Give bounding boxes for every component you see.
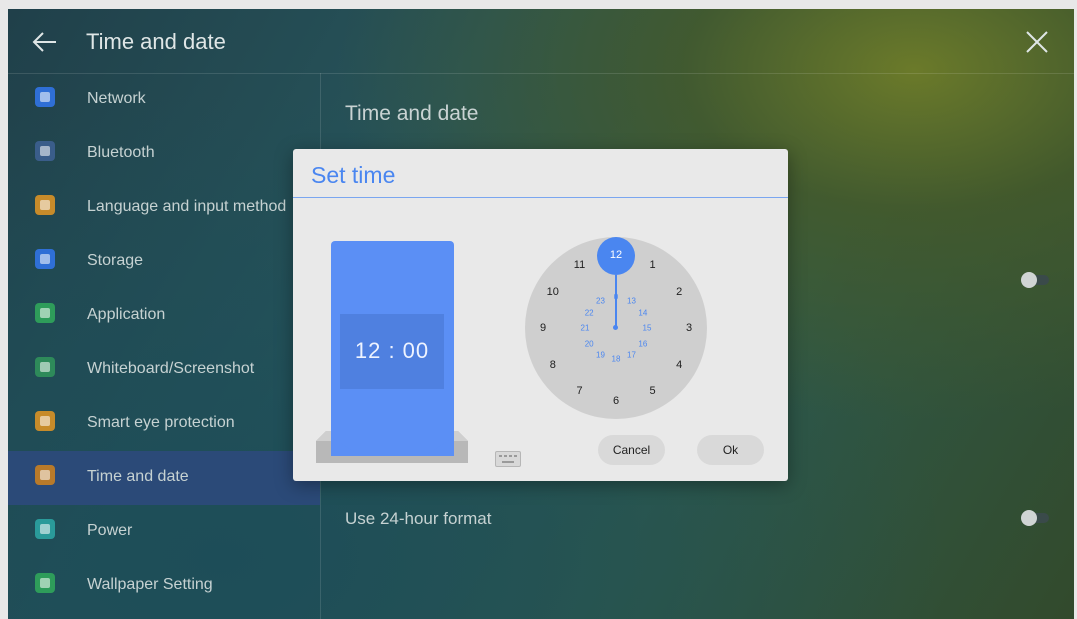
cancel-button[interactable]: Cancel xyxy=(598,435,665,465)
clock-hour-11[interactable]: 11 xyxy=(574,259,585,271)
sidebar-item-label: Language and input method xyxy=(87,198,287,215)
clock-hour-3[interactable]: 3 xyxy=(686,322,692,334)
dialog-title: Set time xyxy=(311,162,396,188)
sidebar-item-label: Power xyxy=(87,522,133,539)
clock-hour-21[interactable]: 21 xyxy=(581,324,590,333)
clock-hour-13[interactable]: 13 xyxy=(627,297,636,306)
whiteboard-icon xyxy=(35,357,55,377)
bluetooth-icon xyxy=(35,141,55,161)
clock-hour-8[interactable]: 8 xyxy=(550,359,556,371)
sidebar-item-label: Smart eye protection xyxy=(87,414,235,431)
toggle-knob xyxy=(1021,272,1037,288)
arrow-left-icon xyxy=(32,32,56,52)
bluetooth-icon-glyph xyxy=(40,146,50,156)
clock-hand xyxy=(615,275,617,327)
time-panel[interactable]: 12 : 00 xyxy=(331,241,454,456)
sidebar-item-time-and-date[interactable]: Time and date xyxy=(8,451,320,505)
sidebar-item-application[interactable]: Application xyxy=(8,289,320,343)
globe-icon-glyph xyxy=(40,92,50,102)
sidebar-item-whiteboard-screenshot[interactable]: Whiteboard/Screenshot xyxy=(8,343,320,397)
sidebar-item-label: Network xyxy=(87,90,146,107)
panel-arrow-bottom xyxy=(331,431,454,455)
clock-hour-16[interactable]: 16 xyxy=(638,339,647,348)
clock-hour-17[interactable]: 17 xyxy=(627,350,636,359)
top-bar: Time and date xyxy=(8,9,1074,74)
dialog-divider xyxy=(293,197,788,198)
clock-hour-2[interactable]: 2 xyxy=(676,286,682,298)
clock-hour-1[interactable]: 1 xyxy=(649,259,655,271)
clock-hour-14[interactable]: 14 xyxy=(638,308,647,317)
sidebar-item-label: Time and date xyxy=(87,468,189,485)
clock-hour-10[interactable]: 10 xyxy=(547,286,559,298)
clock-hour-5[interactable]: 5 xyxy=(649,385,655,397)
power-icon xyxy=(35,519,55,539)
clock-hour-23[interactable]: 23 xyxy=(596,297,605,306)
clock-hour-22[interactable]: 22 xyxy=(585,308,594,317)
calendar-icon-glyph xyxy=(40,470,50,480)
eye-icon xyxy=(35,411,55,431)
clock-selected-hour[interactable]: 12 xyxy=(597,237,635,275)
image-icon-glyph xyxy=(40,578,50,588)
calendar-icon xyxy=(35,465,55,485)
sidebar: Network Bluetooth Language and input metho… xyxy=(8,73,321,619)
clock-hour-7[interactable]: 7 xyxy=(576,385,582,397)
toggle-24-hour-format[interactable] xyxy=(1021,510,1049,526)
use-24-hour-format-label: Use 24-hour format xyxy=(345,509,492,528)
clock-hour-18[interactable]: 18 xyxy=(612,355,621,364)
clock-hour-9[interactable]: 9 xyxy=(540,322,546,334)
ok-button[interactable]: Ok xyxy=(697,435,764,465)
sidebar-item-label: Storage xyxy=(87,252,144,269)
close-icon xyxy=(1026,31,1048,53)
sidebar-item-label: Whiteboard/Screenshot xyxy=(87,360,255,377)
toggle-auto-time[interactable] xyxy=(1021,272,1049,288)
keyboard-icon[interactable] xyxy=(495,451,521,467)
time-display[interactable]: 12 : 00 xyxy=(340,314,444,389)
toggle-knob xyxy=(1021,510,1037,526)
keyboard-icon xyxy=(35,195,55,215)
sidebar-item-network[interactable]: Network xyxy=(8,73,320,127)
apps-icon-glyph xyxy=(40,308,50,318)
storage-icon-glyph xyxy=(40,254,50,264)
clock-hour-19[interactable]: 19 xyxy=(596,350,605,359)
time-value: 12 : 00 xyxy=(354,338,430,363)
close-button[interactable] xyxy=(1022,27,1052,57)
whiteboard-icon-glyph xyxy=(40,362,50,372)
sidebar-item-label: Application xyxy=(87,306,166,323)
sidebar-item-storage[interactable]: Storage xyxy=(8,235,320,289)
sidebar-item-label: Wallpaper Setting xyxy=(87,576,213,593)
keyboard-icon-glyph xyxy=(40,200,50,210)
clock-hour-20[interactable]: 20 xyxy=(585,339,594,348)
selected-hour-label: 12 xyxy=(609,249,623,261)
sidebar-item-language-and-input-method[interactable]: Language and input method xyxy=(8,181,320,235)
apps-icon xyxy=(35,303,55,323)
storage-icon xyxy=(35,249,55,269)
clock-hour-4[interactable]: 4 xyxy=(676,359,682,371)
power-icon-glyph xyxy=(40,524,50,534)
clock-center xyxy=(613,325,618,330)
back-button[interactable] xyxy=(30,27,60,57)
sidebar-item-power[interactable]: Power xyxy=(8,505,320,559)
clock-hour-15[interactable]: 15 xyxy=(643,324,652,333)
globe-icon xyxy=(35,87,55,107)
sidebar-item-bluetooth[interactable]: Bluetooth xyxy=(8,127,320,181)
sidebar-item-label: Bluetooth xyxy=(87,144,155,161)
section-title: Time and date xyxy=(345,102,479,125)
sidebar-item-wallpaper-setting[interactable]: Wallpaper Setting xyxy=(8,559,320,613)
set-time-dialog: Set time 12 : 00 12345678910110131415161… xyxy=(293,149,788,481)
sidebar-item-smart-eye-protection[interactable]: Smart eye protection xyxy=(8,397,320,451)
page-title: Time and date xyxy=(86,29,226,54)
eye-icon-glyph xyxy=(40,416,50,426)
image-icon xyxy=(35,573,55,593)
clock-hour-6[interactable]: 6 xyxy=(613,395,619,407)
